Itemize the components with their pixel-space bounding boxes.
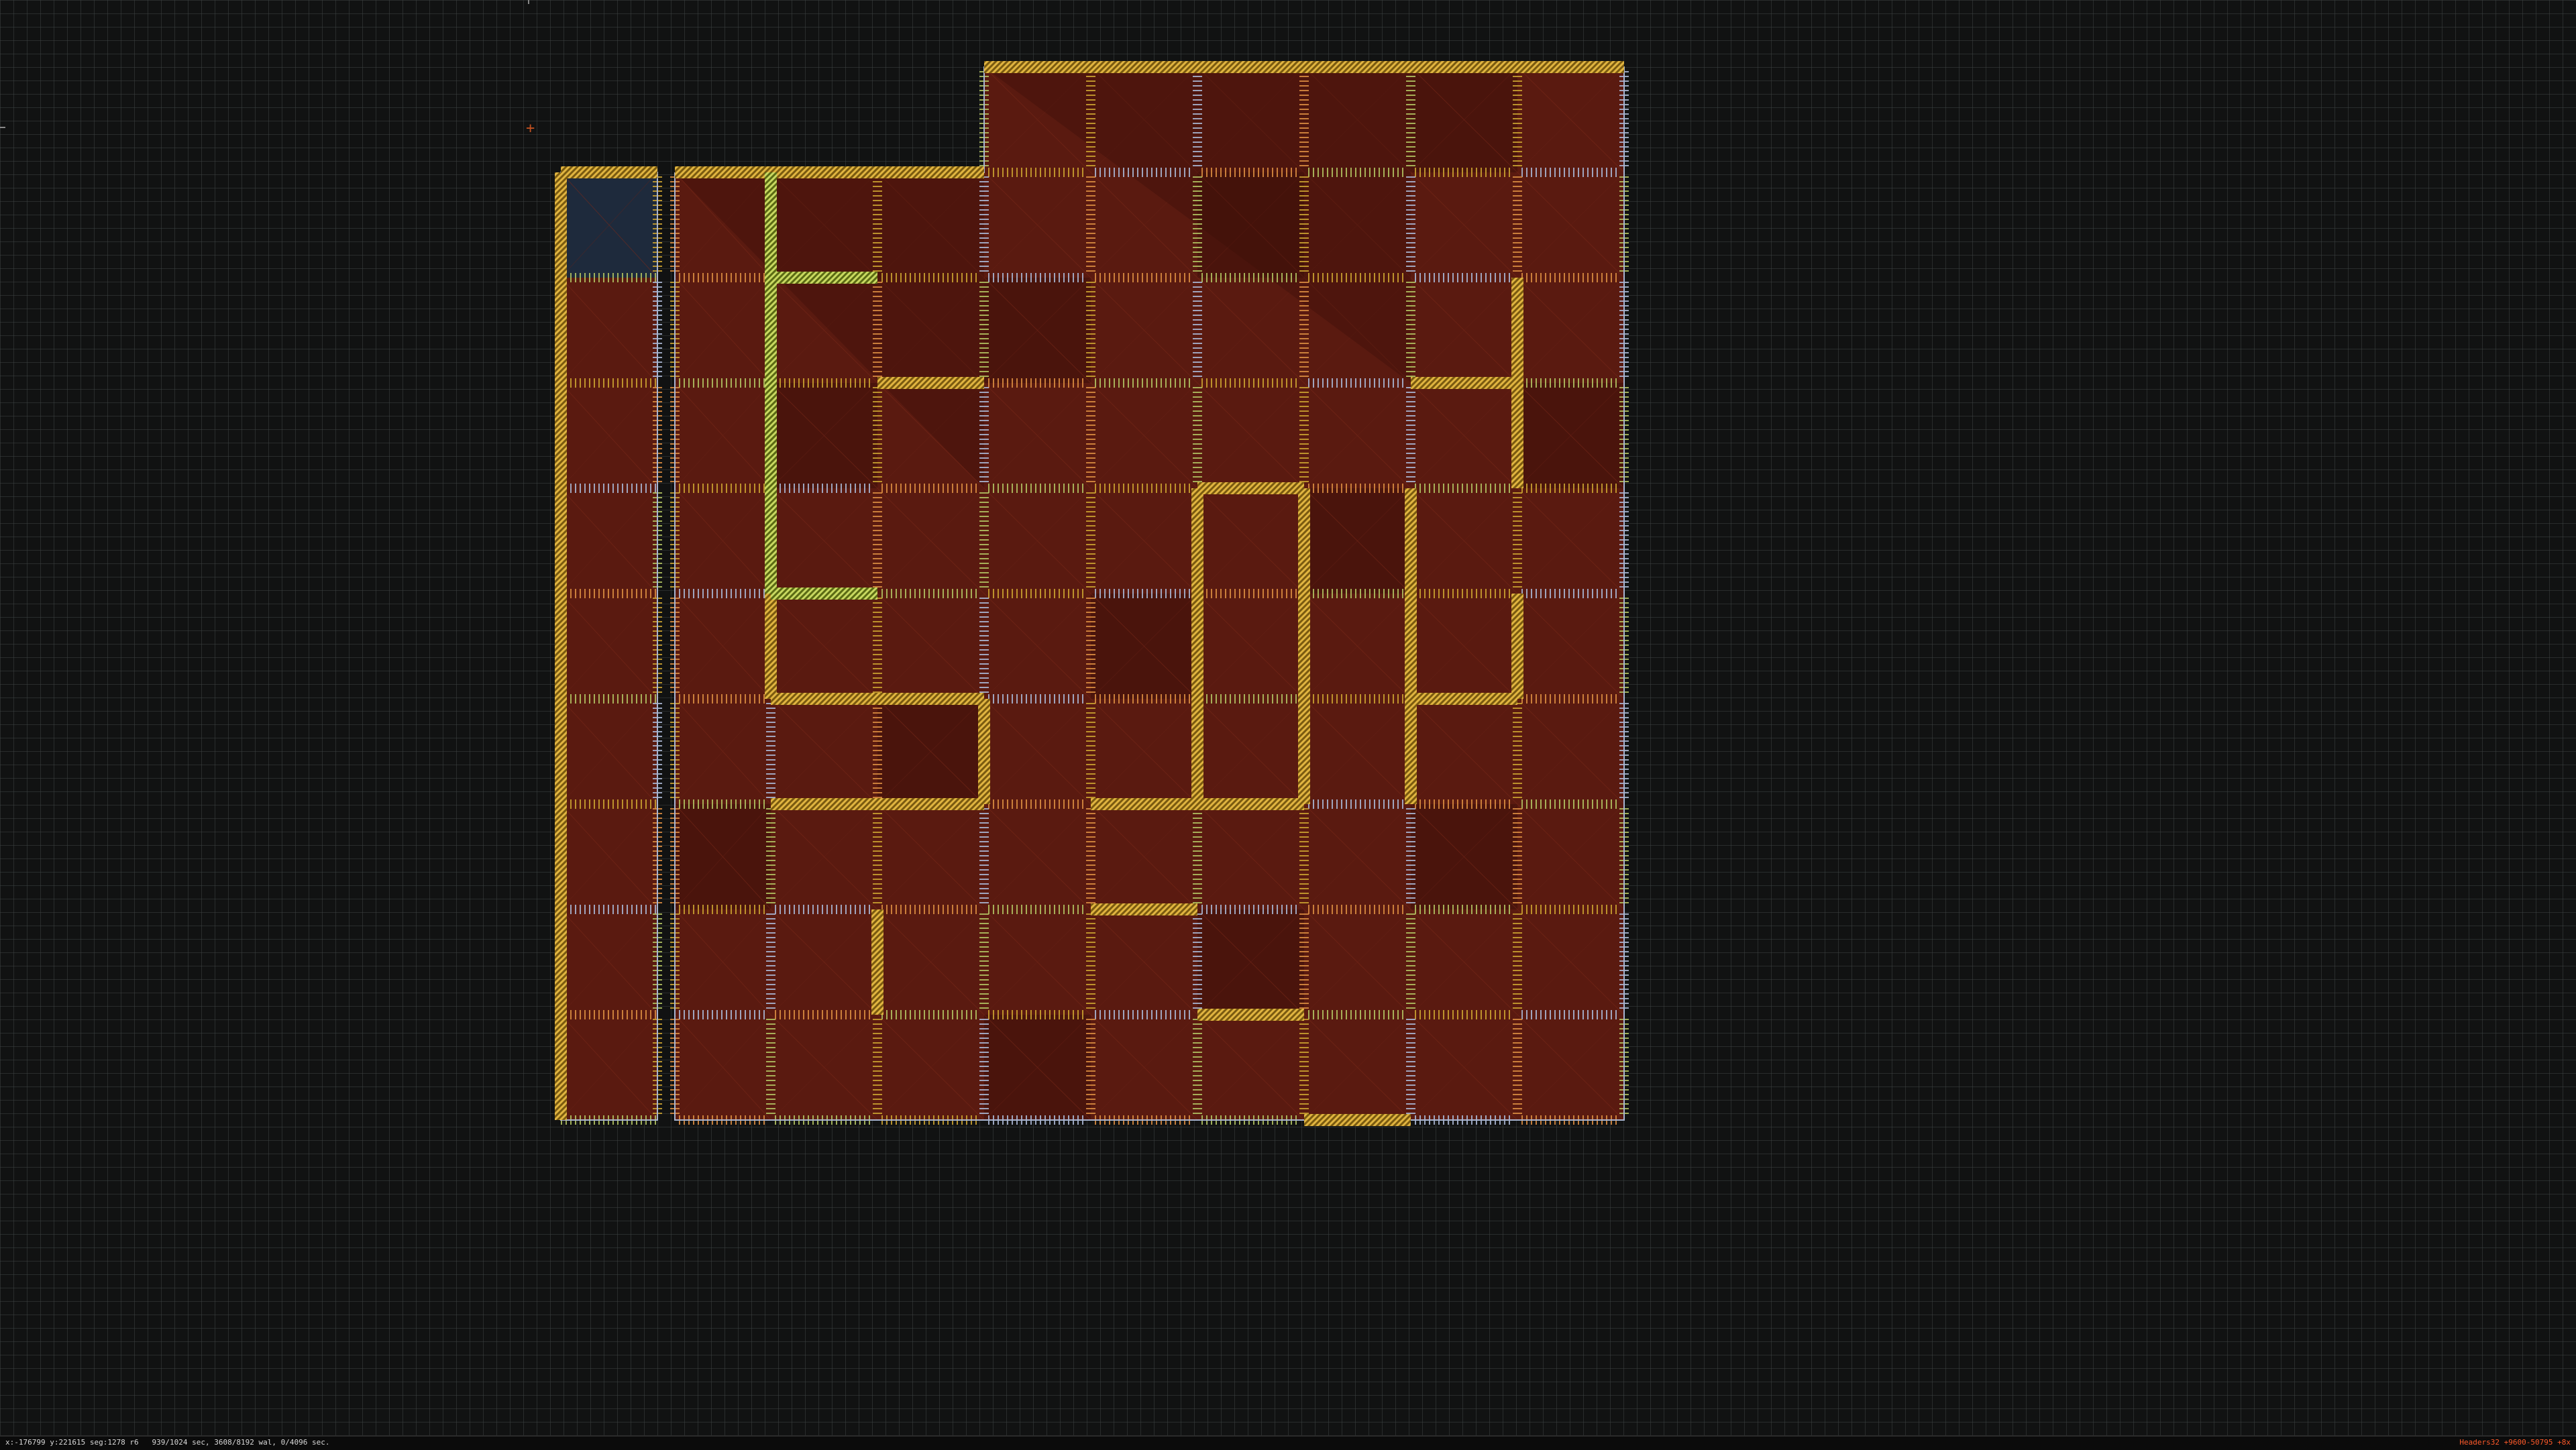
thick-wall[interactable] — [1304, 1114, 1411, 1126]
thick-wall[interactable] — [771, 798, 984, 810]
thick-wall[interactable] — [871, 909, 883, 1015]
thick-wall[interactable] — [561, 166, 657, 178]
thick-wall[interactable] — [1091, 798, 1304, 810]
sector-map[interactable]: + — [0, 0, 2576, 1429]
thick-wall[interactable] — [978, 699, 990, 804]
thick-wall[interactable] — [1197, 482, 1304, 494]
thick-wall[interactable] — [1405, 488, 1417, 804]
thick-wall[interactable] — [1511, 278, 1523, 488]
thick-wall[interactable] — [765, 172, 777, 594]
thick-wall[interactable] — [984, 61, 1624, 73]
thick-wall[interactable] — [555, 172, 567, 1120]
thick-wall[interactable] — [771, 693, 984, 705]
thick-wall[interactable] — [1091, 903, 1197, 915]
thick-wall[interactable] — [1411, 377, 1517, 389]
thick-wall[interactable] — [1411, 693, 1517, 705]
thick-wall[interactable] — [771, 272, 877, 284]
thick-wall[interactable] — [1298, 488, 1310, 804]
thick-wall[interactable] — [1197, 1009, 1304, 1021]
status-bar: x:-176799 y:221615 seg:1278 r6 939/1024 … — [0, 1435, 2576, 1450]
thick-wall[interactable] — [877, 377, 984, 389]
origin-crosshair-icon: + — [526, 120, 535, 137]
status-coordinates: x:-176799 y:221615 seg:1278 r6 939/1024 … — [5, 1438, 330, 1447]
thick-wall[interactable] — [675, 166, 984, 178]
status-info: Headers32 +9600-50795 +8x — [2459, 1438, 2571, 1447]
map-viewport[interactable]: + — [0, 0, 2576, 1429]
thick-wall[interactable] — [1191, 488, 1203, 804]
thick-wall[interactable] — [1511, 594, 1523, 699]
thick-wall[interactable] — [765, 594, 777, 699]
thick-wall[interactable] — [771, 588, 877, 600]
